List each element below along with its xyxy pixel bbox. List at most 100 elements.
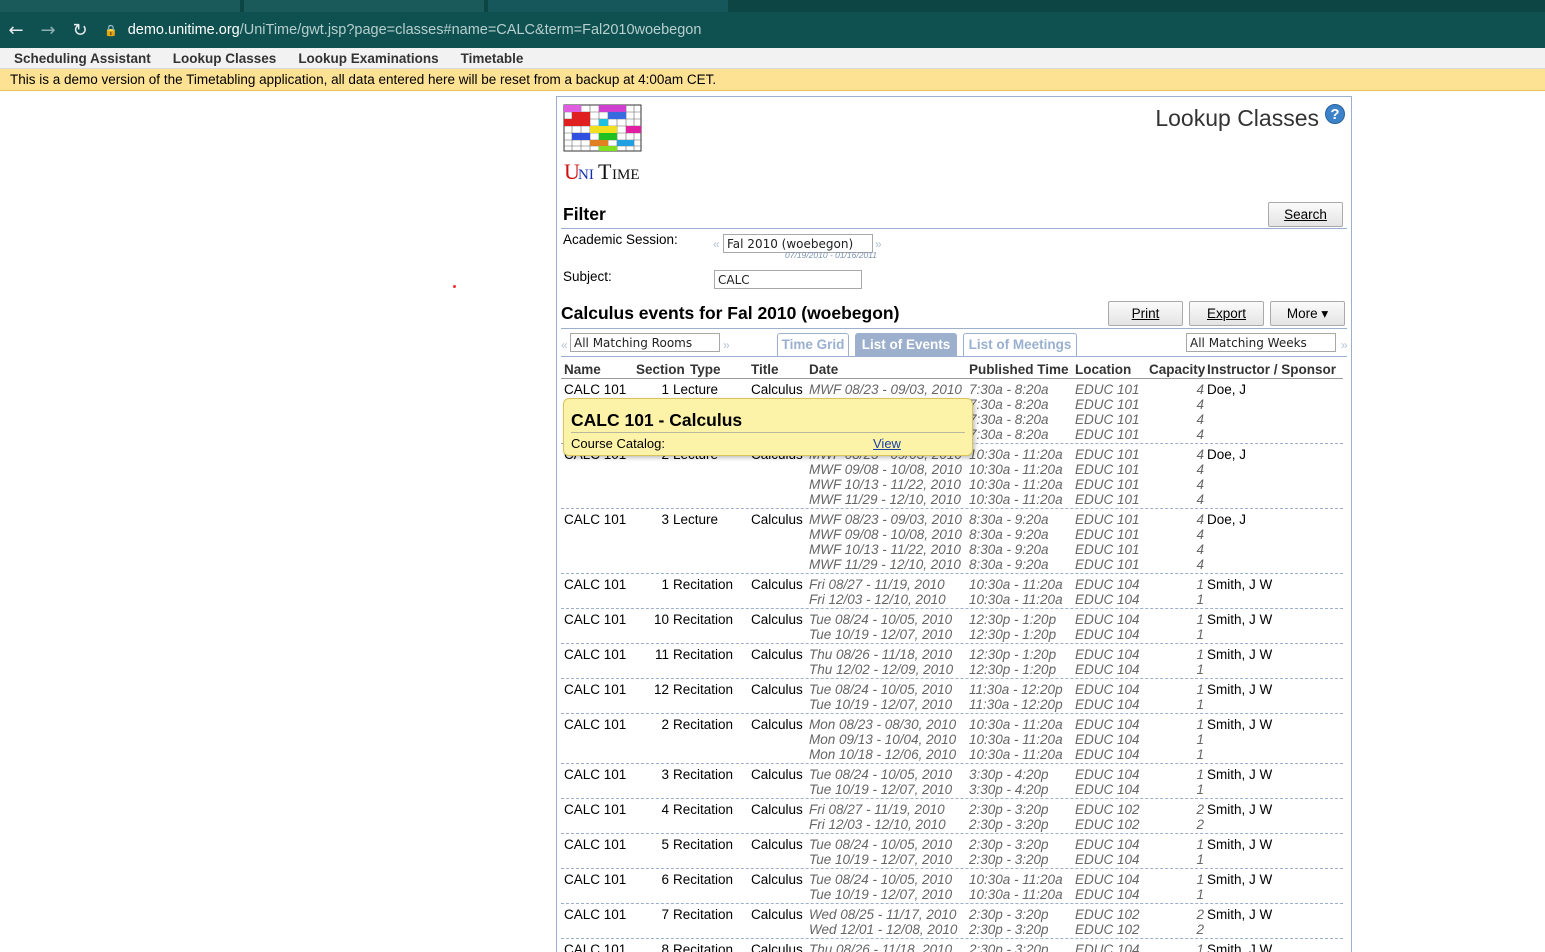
cell-capacity: 4: [1196, 397, 1204, 412]
cell-title: Calculus: [751, 612, 803, 627]
svg-text:T: T: [598, 159, 612, 183]
next-rooms-icon[interactable]: »: [723, 338, 730, 352]
cell-name: CALC 101: [564, 942, 627, 952]
cell-location: EDUC 104: [1075, 592, 1140, 607]
cell-date: MWF 08/23 - 09/03, 2010: [809, 512, 962, 527]
cell-instructor: Smith, J W: [1207, 802, 1273, 817]
next-weeks-icon[interactable]: »: [1341, 338, 1348, 352]
cell-location: EDUC 104: [1075, 852, 1140, 867]
col-section[interactable]: Section: [636, 362, 685, 377]
table-row[interactable]: CALC 101 8 Recitation Calculus Smith, J W Thu…: [561, 939, 1343, 952]
cell-name: CALC 101: [564, 647, 627, 662]
table-row[interactable]: CALC 101 12 Recitation Calculus Smith, J W Tu…: [561, 679, 1343, 714]
menu-lookup-examinations[interactable]: Lookup Examinations: [287, 51, 449, 66]
cell-capacity: 1: [1196, 747, 1204, 762]
cell-time: 2:30p - 3:20p: [969, 837, 1049, 852]
prev-session-icon[interactable]: «: [713, 237, 720, 251]
cell-capacity: 1: [1196, 697, 1204, 712]
table-row[interactable]: CALC 101 7 Recitation Calculus Smith, J W Wed…: [561, 904, 1343, 939]
more-button[interactable]: More ▾: [1270, 301, 1345, 326]
cell-capacity: 1: [1196, 887, 1204, 902]
cell-time: 10:30a - 11:20a: [969, 887, 1063, 902]
col-title[interactable]: Title: [751, 362, 779, 377]
rooms-filter[interactable]: All Matching Rooms: [570, 333, 720, 352]
cell-title: Calculus: [751, 512, 803, 527]
cell-type: Recitation: [673, 682, 734, 697]
tooltip-title: CALC 101 - Calculus: [571, 410, 743, 430]
col-location[interactable]: Location: [1075, 362, 1131, 377]
cell-location: EDUC 101: [1075, 557, 1140, 572]
cell-type: Lecture: [673, 512, 719, 527]
cell-location: EDUC 104: [1075, 767, 1140, 782]
cell-time: 8:30a - 9:20a: [969, 512, 1049, 527]
col-capacity[interactable]: Capacity: [1149, 362, 1205, 377]
cell-instructor: Doe, J: [1207, 512, 1247, 527]
cell-location: EDUC 101: [1075, 527, 1140, 542]
table-row[interactable]: CALC 101 1 Recitation Calculus Smith, J W Fri…: [561, 574, 1343, 609]
table-row[interactable]: CALC 101 6 Recitation Calculus Smith, J W Tue…: [561, 869, 1343, 904]
browser-tab-active[interactable]: [488, 0, 728, 12]
prev-rooms-icon[interactable]: «: [561, 338, 568, 352]
cell-time: 12:30p - 1:20p: [969, 662, 1057, 677]
menu-timetable[interactable]: Timetable: [450, 51, 535, 66]
cell-time: 2:30p - 3:20p: [969, 817, 1049, 832]
cell-title: Calculus: [751, 837, 803, 852]
tab-time-grid[interactable]: Time Grid: [777, 333, 849, 356]
tab-list-of-meetings[interactable]: List of Meetings: [963, 333, 1077, 356]
cell-time: 2:30p - 3:20p: [969, 852, 1049, 867]
cell-time: 3:30p - 4:20p: [969, 767, 1049, 782]
table-row[interactable]: CALC 101 4 Recitation Calculus Smith, J W Fri…: [561, 799, 1343, 834]
cell-type: Recitation: [673, 767, 734, 782]
cell-date: MWF 11/29 - 12/10, 2010: [809, 557, 961, 572]
cell-title: Calculus: [751, 802, 803, 817]
tooltip-view-link[interactable]: View: [873, 436, 901, 451]
next-session-icon[interactable]: »: [875, 237, 882, 251]
cell-name: CALC 101: [564, 802, 627, 817]
cell-location: EDUC 102: [1075, 802, 1140, 817]
menu-lookup-classes[interactable]: Lookup Classes: [162, 51, 288, 66]
back-icon[interactable]: ←: [0, 20, 32, 41]
cell-location: EDUC 104: [1075, 872, 1140, 887]
results-divider: [561, 328, 1347, 329]
col-published-time[interactable]: Published Time: [969, 362, 1069, 377]
cell-type: Recitation: [673, 612, 734, 627]
reload-icon[interactable]: ↻: [64, 20, 96, 41]
cell-time: 10:30a - 11:20a: [969, 462, 1063, 477]
cell-date: Wed 12/01 - 12/08, 2010: [809, 922, 958, 937]
browser-tab[interactable]: [244, 0, 484, 12]
cell-capacity: 4: [1196, 542, 1204, 557]
cell-capacity: 1: [1196, 717, 1204, 732]
menu-scheduling-assistant[interactable]: Scheduling Assistant: [3, 51, 162, 66]
table-row[interactable]: CALC 101 10 Recitation Calculus Smith, J W Tu…: [561, 609, 1343, 644]
forward-icon[interactable]: →: [32, 20, 64, 41]
col-type[interactable]: Type: [690, 362, 721, 377]
cell-location: EDUC 101: [1075, 512, 1140, 527]
cell-instructor: Smith, J W: [1207, 682, 1273, 697]
table-row[interactable]: CALC 101 11 Recitation Calculus Smith, J W Th…: [561, 644, 1343, 679]
app-menubar: Scheduling Assistant Lookup Classes Look…: [0, 48, 1545, 69]
table-row[interactable]: CALC 101 3 Lecture Calculus Doe, J MWF 08/23 …: [561, 509, 1343, 574]
col-instructor[interactable]: Instructor / Sponsor: [1207, 362, 1336, 377]
cell-instructor: Smith, J W: [1207, 767, 1273, 782]
url-field[interactable]: 🔒 demo.unitime.org/UniTime/gwt.jsp?page=…: [104, 22, 701, 38]
col-date[interactable]: Date: [809, 362, 838, 377]
cell-date: Tue 10/19 - 12/07, 2010: [809, 887, 953, 902]
cell-name: CALC 101: [564, 382, 627, 397]
help-icon[interactable]: ?: [1325, 104, 1345, 124]
table-row[interactable]: CALC 101 3 Recitation Calculus Smith, J W Tue…: [561, 764, 1343, 799]
cell-time: 11:30a - 12:20p: [969, 697, 1063, 712]
cell-instructor: Smith, J W: [1207, 942, 1273, 952]
tab-list-of-events[interactable]: List of Events: [855, 333, 957, 356]
cell-type: Recitation: [673, 647, 734, 662]
col-name[interactable]: Name: [564, 362, 601, 377]
weeks-filter[interactable]: All Matching Weeks: [1186, 333, 1336, 352]
table-row[interactable]: CALC 101 2 Recitation Calculus Smith, J W Mon…: [561, 714, 1343, 764]
browser-tab[interactable]: [0, 0, 240, 12]
print-button[interactable]: Print: [1108, 301, 1183, 326]
export-button[interactable]: Export: [1189, 301, 1264, 326]
page-title: Lookup Classes: [1155, 105, 1319, 131]
subject-field[interactable]: CALC: [714, 270, 862, 289]
session-label: Academic Session:: [563, 232, 678, 247]
table-row[interactable]: CALC 101 5 Recitation Calculus Smith, J W Tue…: [561, 834, 1343, 869]
search-button[interactable]: Search: [1268, 202, 1343, 227]
